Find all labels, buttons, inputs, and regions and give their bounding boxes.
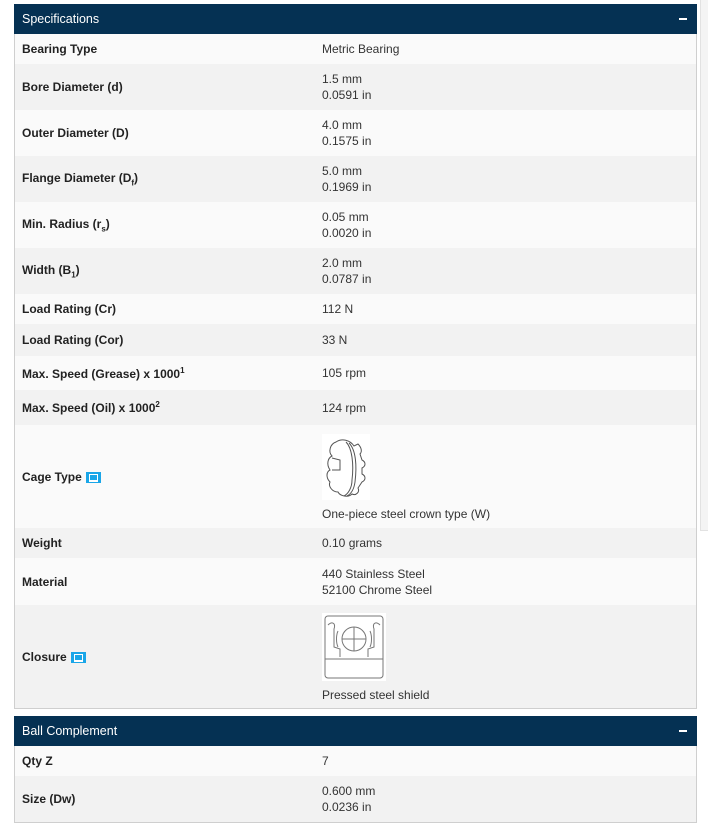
spec-label: Width (B1) xyxy=(22,262,80,280)
spec-row-bearing-type: Bearing Type Metric Bearing xyxy=(15,34,696,64)
spec-value: Pressed steel shield xyxy=(322,611,696,703)
spec-value: 112 N xyxy=(322,302,354,316)
spec-value: 0.600 mm 0.0236 in xyxy=(322,784,376,814)
spec-row-load-rating-cr: Load Rating (Cr) 112 N xyxy=(15,294,696,324)
spec-row-outer-diameter: Outer Diameter (D) 4.0 mm 0.1575 in xyxy=(15,110,696,156)
spec-value: 7 xyxy=(322,754,329,768)
crown-cage-drawing xyxy=(322,433,370,500)
spec-row-bore-diameter: Bore Diameter (d) 1.5 mm 0.0591 in xyxy=(15,64,696,110)
spec-value: 2.0 mm 0.0787 in xyxy=(322,256,372,286)
spec-label: Material xyxy=(22,574,68,589)
spec-row-closure: Closure Pressed steel shield xyxy=(15,605,696,708)
ball-complement-header[interactable]: Ball Complement xyxy=(14,716,697,746)
ball-complement-title: Ball Complement xyxy=(22,724,118,738)
spec-value: 1.5 mm 0.0591 in xyxy=(322,72,372,102)
specifications-title: Specifications xyxy=(22,12,100,26)
spec-value: One-piece steel crown type (W) xyxy=(322,432,696,522)
spec-label: Qty Z xyxy=(22,754,53,768)
spec-value: 4.0 mm 0.1575 in xyxy=(322,118,372,148)
spec-label: Max. Speed (Grease) x 10001 xyxy=(22,365,185,381)
spec-label: Size (Dw) xyxy=(22,792,76,806)
spec-row-max-speed-grease: Max. Speed (Grease) x 10001 105 rpm xyxy=(15,356,696,390)
ball-row-qty: Qty Z 7 xyxy=(15,746,696,776)
spec-value: 5.0 mm 0.1969 in xyxy=(322,164,372,194)
ball-row-size: Size (Dw) 0.600 mm 0.0236 in xyxy=(15,776,696,822)
spec-label: Bore Diameter (d) xyxy=(22,80,123,94)
scrollbar-track[interactable] xyxy=(700,0,708,531)
spec-value: 440 Stainless Steel 52100 Chrome Steel xyxy=(322,566,433,597)
spec-row-min-radius: Min. Radius (rs) 0.05 mm 0.0020 in xyxy=(15,202,696,248)
spec-row-flange-diameter: Flange Diameter (Df) 5.0 mm 0.1969 in xyxy=(15,156,696,202)
collapse-icon[interactable] xyxy=(679,18,687,20)
collapse-icon[interactable] xyxy=(679,730,687,732)
shield-cross-section-drawing xyxy=(322,612,386,681)
ball-complement-panel: Ball Complement Qty Z 7 Size (Dw) 0.600 … xyxy=(14,716,697,823)
image-icon[interactable] xyxy=(70,651,86,663)
image-icon[interactable] xyxy=(85,471,101,483)
specifications-panel: Specifications Bearing Type Metric Beari… xyxy=(14,4,697,709)
spec-row-load-rating-cor: Load Rating (Cor) 33 N xyxy=(15,324,696,356)
spec-value: Metric Bearing xyxy=(322,42,400,56)
spec-row-cage-type: Cage Type One-piece steel crown type (W) xyxy=(15,425,696,528)
spec-value: 124 rpm xyxy=(322,400,367,415)
spec-label: Closure xyxy=(15,650,322,664)
spec-label: Bearing Type xyxy=(22,42,98,56)
spec-value: 0.05 mm 0.0020 in xyxy=(322,210,372,240)
spec-row-max-speed-oil: Max. Speed (Oil) x 10002 124 rpm xyxy=(15,390,696,425)
spec-row-weight: Weight 0.10 grams xyxy=(15,528,696,558)
spec-value: 0.10 grams xyxy=(322,536,383,550)
specifications-header[interactable]: Specifications xyxy=(14,4,697,34)
spec-label: Cage Type xyxy=(15,470,322,484)
spec-row-width: Width (B1) 2.0 mm 0.0787 in xyxy=(15,248,696,294)
spec-label: Load Rating (Cor) xyxy=(22,333,124,347)
spec-value: 33 N xyxy=(322,333,348,347)
spec-label: Weight xyxy=(22,536,62,550)
spec-label: Max. Speed (Oil) x 10002 xyxy=(22,400,160,415)
spec-label: Outer Diameter (D) xyxy=(22,126,129,140)
spec-label: Load Rating (Cr) xyxy=(22,302,116,316)
spec-row-material: Material 440 Stainless Steel 52100 Chrome… xyxy=(15,558,696,605)
spec-label: Min. Radius (rs) xyxy=(22,216,110,234)
spec-label: Flange Diameter (Df) xyxy=(22,170,139,188)
spec-value: 105 rpm xyxy=(322,366,367,380)
